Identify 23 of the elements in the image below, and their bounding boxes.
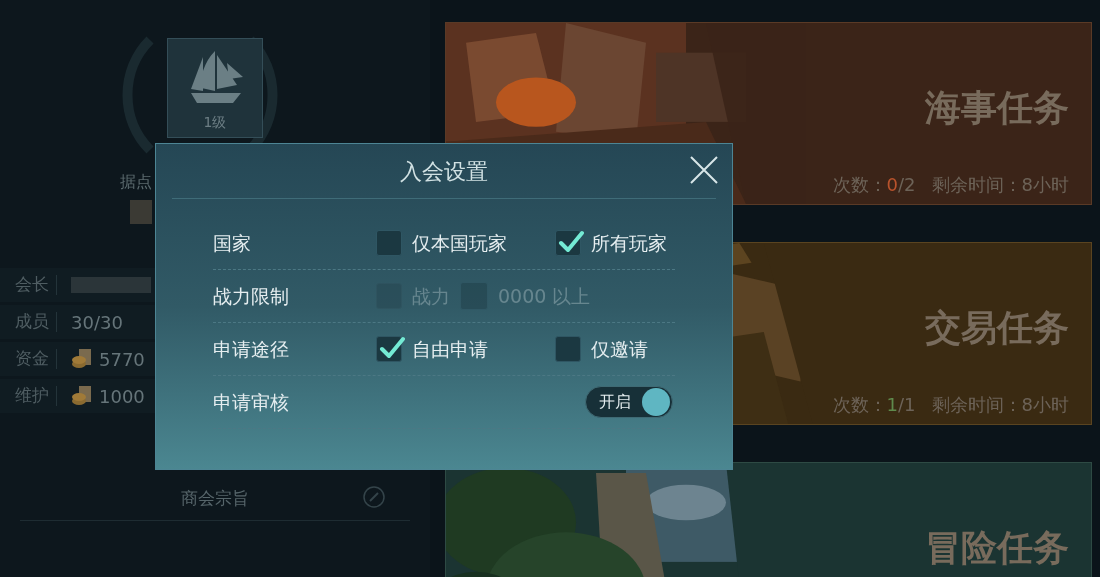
toggle-switch[interactable]: 开启 xyxy=(585,386,673,418)
info-label: 成员 xyxy=(14,310,50,334)
remaining-time: 剩余时间：8小时 xyxy=(931,393,1069,417)
count-text: 次数：0/2 xyxy=(832,173,916,197)
info-value: 5770 xyxy=(99,347,145,372)
info-value: 30/30 xyxy=(71,310,123,335)
setting-label: 申请途径 xyxy=(213,336,290,362)
remaining-time: 剩余时间：8小时 xyxy=(931,173,1069,197)
task-title: 海事任务 xyxy=(925,86,1069,130)
count-text: 次数：1/1 xyxy=(832,393,916,417)
option-label[interactable]: 仅邀请 xyxy=(591,334,648,364)
setting-label: 国家 xyxy=(213,230,252,256)
info-value: 1000 xyxy=(99,384,145,409)
task-title: 交易任务 xyxy=(925,306,1069,350)
setting-label: 战力限制 xyxy=(213,283,290,309)
setting-label: 申请审核 xyxy=(213,389,290,415)
task-title: 冒险任务 xyxy=(925,526,1069,570)
info-label: 会长 xyxy=(14,273,50,297)
motto-label: 商会宗旨 xyxy=(181,487,249,510)
level-label: 1级 xyxy=(203,113,227,132)
info-label: 资金 xyxy=(14,347,50,371)
info-label: 维护 xyxy=(14,384,50,408)
base-label: 据点 xyxy=(120,171,152,193)
